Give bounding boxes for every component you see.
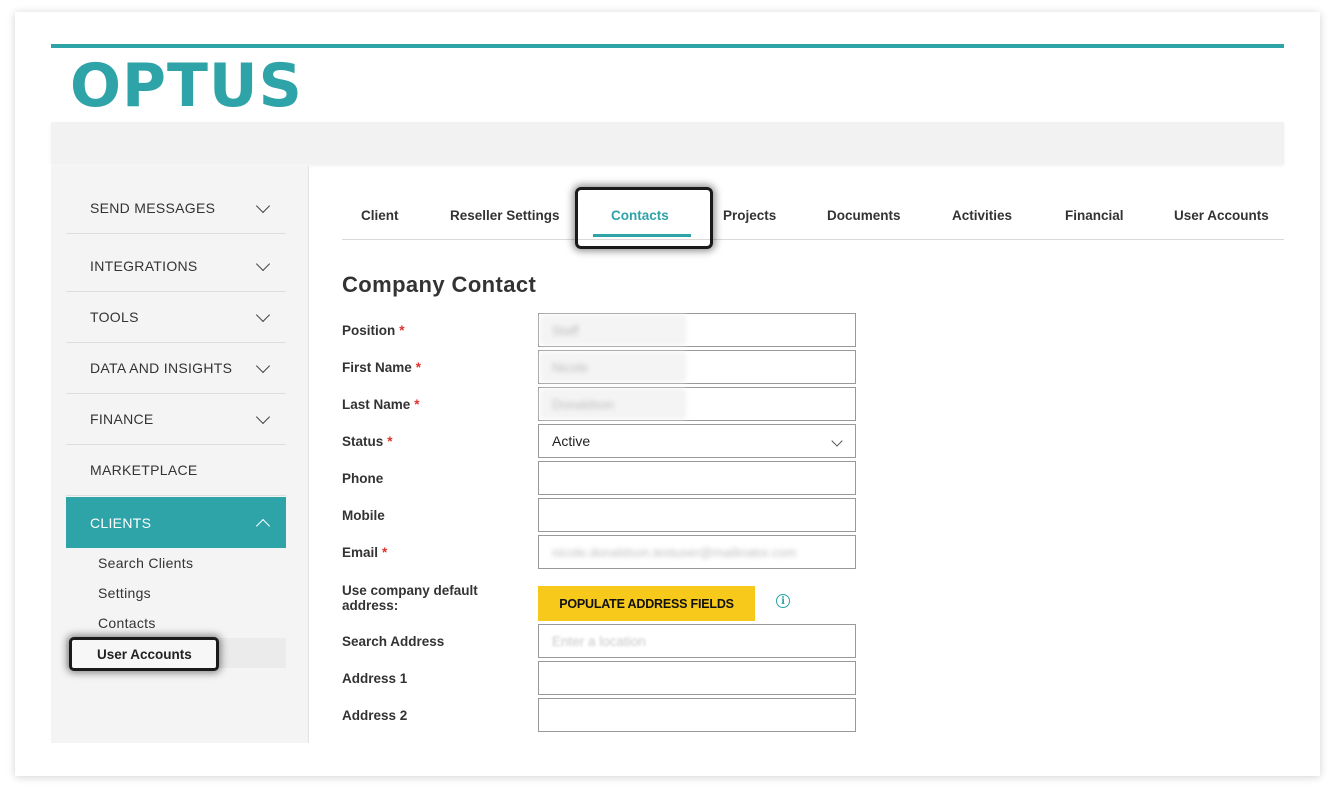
sidebar-item-label: TOOLS xyxy=(90,309,139,325)
sidebar-item-integrations[interactable]: INTEGRATIONS xyxy=(66,241,286,292)
tab-contacts-highlight xyxy=(575,187,713,249)
tab-activities[interactable]: Activities xyxy=(952,208,1012,223)
sidebar-subitem-user-accounts[interactable]: User Accounts xyxy=(69,637,219,671)
sidebar-item-label: DATA AND INSIGHTS xyxy=(90,360,233,376)
chevron-down-icon xyxy=(255,358,271,374)
page-title: Company Contact xyxy=(342,272,537,297)
tab-user-accounts[interactable]: User Accounts xyxy=(1174,208,1269,223)
sidebar-item-clients[interactable]: CLIENTS xyxy=(66,497,286,548)
sidebar-item-label: INTEGRATIONS xyxy=(90,258,198,274)
address1-label: Address 1 xyxy=(342,671,408,686)
header-accent-rule xyxy=(51,44,1284,48)
sidebar: SEND MESSAGES INTEGRATIONS TOOLS DATA AN… xyxy=(51,166,309,743)
status-select[interactable]: Active xyxy=(538,424,856,458)
top-navigation-bar xyxy=(51,122,1284,164)
use-default-address-label: Use company default address: xyxy=(342,583,478,613)
info-icon[interactable]: i xyxy=(776,594,790,608)
sidebar-item-label: MARKETPLACE xyxy=(90,462,198,478)
chevron-up-icon xyxy=(255,518,271,533)
mobile-label: Mobile xyxy=(342,508,385,523)
tab-bar: Client Reseller Settings Contacts Projec… xyxy=(342,187,1284,249)
search-address-input[interactable]: Enter a location xyxy=(538,624,856,658)
required-marker: * xyxy=(415,360,422,375)
populate-address-button[interactable]: POPULATE ADDRESS FIELDS xyxy=(538,586,755,621)
address1-field[interactable] xyxy=(538,661,856,695)
sidebar-item-data-and-insights[interactable]: DATA AND INSIGHTS xyxy=(66,343,286,394)
sidebar-subitem-settings[interactable]: Settings xyxy=(98,585,151,601)
status-label: Status * xyxy=(342,434,393,449)
sidebar-subitem-search-clients[interactable]: Search Clients xyxy=(98,555,193,571)
first-name-value: Nicole xyxy=(552,359,589,375)
last-name-value: Donaldson xyxy=(552,396,615,412)
address2-field[interactable] xyxy=(538,698,856,732)
sidebar-item-tools[interactable]: TOOLS xyxy=(66,292,286,343)
sidebar-item-label: CLIENTS xyxy=(90,514,152,531)
phone-label: Phone xyxy=(342,471,384,486)
chevron-down-icon xyxy=(255,256,271,272)
position-label: Position * xyxy=(342,323,405,338)
optus-logo[interactable]: OPTUS xyxy=(70,54,303,118)
sidebar-item-marketplace[interactable]: MARKETPLACE xyxy=(66,445,286,496)
chevron-down-icon xyxy=(831,435,843,447)
tab-documents[interactable]: Documents xyxy=(827,208,901,223)
status-value: Active xyxy=(552,433,591,449)
first-name-field[interactable]: Nicole xyxy=(538,350,856,384)
chevron-down-icon xyxy=(255,409,271,425)
tab-projects[interactable]: Projects xyxy=(723,208,776,223)
phone-field[interactable] xyxy=(538,461,856,495)
search-address-placeholder: Enter a location xyxy=(552,633,646,649)
sidebar-item-send-messages[interactable]: SEND MESSAGES xyxy=(66,183,286,234)
position-value: Staff xyxy=(552,322,579,338)
position-field[interactable]: Staff xyxy=(538,313,856,347)
last-name-label: Last Name * xyxy=(342,397,420,412)
sidebar-item-label: SEND MESSAGES xyxy=(90,200,216,216)
search-address-label: Search Address xyxy=(342,634,445,649)
email-label: Email * xyxy=(342,545,388,560)
email-value: nicole.donaldson.testuser@mailinator.com xyxy=(552,544,797,560)
tab-client[interactable]: Client xyxy=(361,208,399,223)
chevron-down-icon xyxy=(255,198,271,214)
required-marker: * xyxy=(382,545,388,560)
mobile-field[interactable] xyxy=(538,498,856,532)
last-name-field[interactable]: Donaldson xyxy=(538,387,856,421)
chevron-down-icon xyxy=(255,307,271,323)
tab-reseller-settings[interactable]: Reseller Settings xyxy=(450,208,560,223)
address2-label: Address 2 xyxy=(342,708,408,723)
required-marker: * xyxy=(399,323,405,338)
sidebar-subitem-contacts[interactable]: Contacts xyxy=(98,615,156,631)
first-name-label: First Name * xyxy=(342,360,422,375)
sidebar-item-label: FINANCE xyxy=(90,411,154,427)
required-marker: * xyxy=(414,397,420,412)
tab-financial[interactable]: Financial xyxy=(1065,208,1124,223)
sidebar-item-finance[interactable]: FINANCE xyxy=(66,394,286,445)
email-field[interactable]: nicole.donaldson.testuser@mailinator.com xyxy=(538,535,856,569)
required-marker: * xyxy=(387,434,393,449)
